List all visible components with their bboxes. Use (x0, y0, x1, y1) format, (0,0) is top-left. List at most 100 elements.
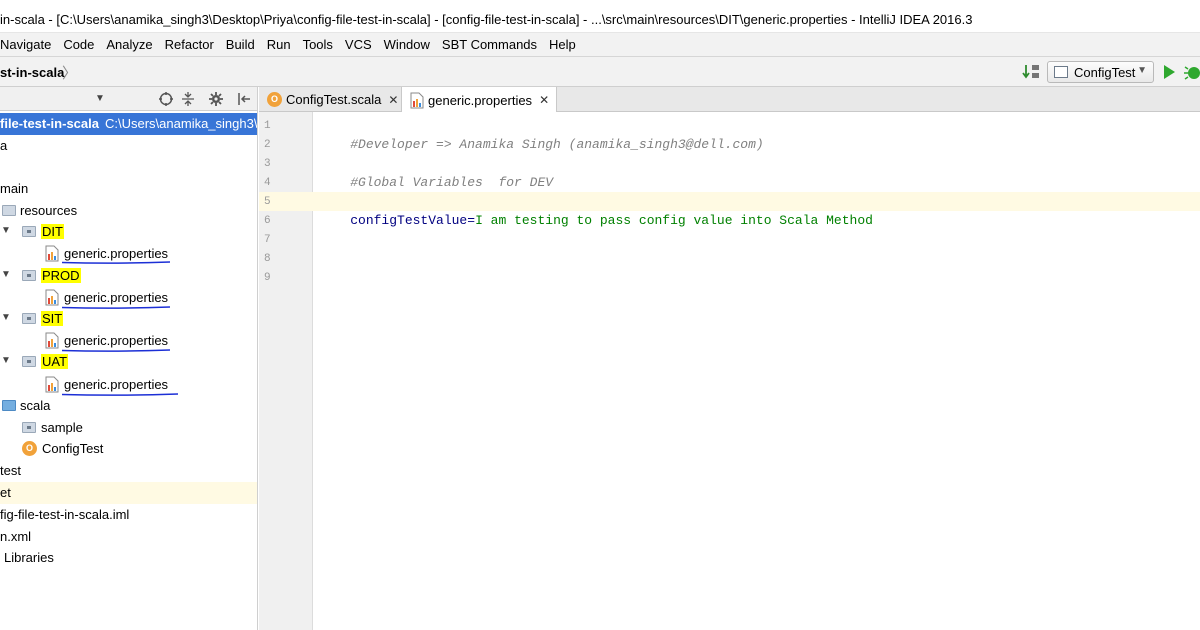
line-number: 2 (264, 139, 271, 151)
properties-file-icon (45, 245, 59, 262)
editor-gutter: 1 2 3 4 5 6 7 8 9 (259, 112, 313, 630)
debug-icon[interactable] (1184, 63, 1200, 81)
window-title: in-scala - [C:\Users\anamika_singh3\Desk… (0, 12, 973, 27)
property-value: I am testing to pass config value into S… (475, 213, 873, 228)
menu-vcs[interactable]: VCS (339, 37, 378, 52)
menu-run[interactable]: Run (261, 37, 297, 52)
tree-item-configtest[interactable]: O ConfigTest (0, 438, 257, 460)
tree-item-label: generic.properties (64, 333, 169, 348)
folder-icon (22, 356, 36, 367)
menu-bar: Navigate Code Analyze Refactor Build Run… (0, 33, 1200, 57)
tree-item-target[interactable]: et (0, 482, 257, 504)
source-folder-icon (2, 400, 16, 411)
menu-build[interactable]: Build (220, 37, 261, 52)
code-line-3[interactable]: #Global Variables for DEV (313, 154, 1200, 190)
line-number: 8 (264, 253, 271, 265)
hide-panel-icon[interactable] (236, 91, 252, 107)
tree-item-label: ConfigTest (42, 441, 104, 456)
menu-tools[interactable]: Tools (297, 37, 339, 52)
menu-navigate[interactable]: Navigate (0, 37, 57, 52)
editor-tab-bar: O ConfigTest.scala ✕ generic.properties … (259, 87, 1200, 113)
expand-arrow-icon[interactable]: ▼ (1, 269, 11, 280)
folder-icon (22, 313, 36, 324)
tree-item-dit[interactable]: ▼ DIT (0, 221, 257, 243)
tree-item-label: test (0, 463, 21, 478)
project-root-label: file-test-in-scala (0, 116, 99, 131)
tree-item-label: n.xml (0, 529, 32, 544)
line-number: 5 (264, 196, 271, 208)
line-number: 9 (264, 272, 271, 284)
tree-item-test[interactable]: test (0, 460, 257, 482)
tab-label: generic.properties (428, 92, 533, 108)
tree-item-prod[interactable]: ▼ PROD (0, 265, 257, 287)
comment-text: #Developer => Anamika Singh (anamika_sin… (350, 137, 764, 152)
tree-item-sit[interactable]: ▼ SIT (0, 308, 257, 330)
properties-file-icon (45, 332, 59, 349)
tree-item-project-root[interactable]: file-test-in-scala C:\Users\anamika_sing… (0, 113, 257, 135)
code-editor[interactable]: #Developer => Anamika Singh (anamika_sin… (313, 112, 1200, 630)
code-line-5[interactable]: configTestValue=I am testing to pass con… (313, 192, 1200, 228)
scala-object-icon: O (22, 441, 37, 456)
tree-item-label: a (0, 138, 8, 153)
run-configuration-select[interactable]: ConfigTest ▼ (1047, 61, 1154, 83)
folder-icon (22, 270, 36, 281)
project-panel-header: ▼ (0, 87, 258, 111)
run-icon[interactable] (1161, 63, 1177, 81)
resources-folder-icon (2, 205, 16, 216)
package-icon (22, 422, 36, 433)
tree-item-sample[interactable]: sample (0, 417, 257, 439)
tree-item-label: DIT (41, 224, 64, 239)
tree-item-label: fig-file-test-in-scala.iml (0, 507, 130, 522)
tree-item-label: SIT (41, 311, 64, 326)
run-configuration-icon (1054, 66, 1068, 78)
tree-item[interactable]: a (0, 135, 257, 157)
chevron-down-icon[interactable]: ▼ (95, 93, 105, 104)
expand-arrow-icon[interactable]: ▼ (1, 225, 11, 236)
scala-object-icon: O (267, 92, 282, 107)
expand-arrow-icon[interactable]: ▼ (1, 312, 11, 323)
collapse-all-icon[interactable] (180, 91, 196, 107)
tree-item-iml-file[interactable]: fig-file-test-in-scala.iml (0, 504, 257, 526)
line-number: 6 (264, 215, 271, 227)
tree-item-resources[interactable]: resources (0, 200, 257, 222)
annotation-underline (62, 261, 170, 264)
tree-item-label: generic.properties (64, 290, 169, 305)
chevron-down-icon: ▼ (1137, 65, 1147, 76)
menu-refactor[interactable]: Refactor (159, 37, 220, 52)
tree-item-label: UAT (41, 354, 69, 369)
tree-item-uat[interactable]: ▼ UAT (0, 351, 257, 373)
tree-item-label: Libraries (4, 550, 54, 565)
run-configuration-label: ConfigTest (1074, 64, 1136, 80)
code-line-1[interactable]: #Developer => Anamika Singh (anamika_sin… (313, 116, 1200, 152)
navigation-bar: st-in-scala 〉 (0, 57, 1200, 87)
tab-generic-properties[interactable]: generic.properties ✕ (402, 87, 557, 113)
tree-item-libraries[interactable]: Libraries (0, 547, 257, 569)
tree-item-main[interactable]: main (0, 178, 257, 200)
close-icon[interactable]: ✕ (388, 93, 398, 107)
menu-sbt-commands[interactable]: SBT Commands (436, 37, 543, 52)
tab-configtest-scala[interactable]: O ConfigTest.scala ✕ (259, 87, 402, 112)
tree-item-label: scala (20, 398, 51, 413)
tree-item-label: main (0, 181, 29, 196)
menu-code[interactable]: Code (57, 37, 100, 52)
window-titlebar: in-scala - [C:\Users\anamika_singh3\Desk… (0, 0, 1200, 33)
breadcrumb-chevron-icon: 〉 (62, 65, 78, 82)
menu-analyze[interactable]: Analyze (100, 37, 158, 52)
tree-item-label: generic.properties (64, 246, 169, 261)
menu-help[interactable]: Help (543, 37, 582, 52)
tree-item-xml-file[interactable]: n.xml (0, 526, 257, 548)
menu-window[interactable]: Window (378, 37, 436, 52)
sort-icon[interactable] (1022, 63, 1042, 81)
close-icon[interactable]: ✕ (539, 93, 549, 107)
gear-icon[interactable] (208, 91, 224, 107)
property-key: configTestValue (350, 213, 468, 228)
scroll-from-source-icon[interactable] (158, 91, 174, 107)
tree-item-scala[interactable]: scala (0, 395, 257, 417)
project-tree[interactable]: file-test-in-scala C:\Users\anamika_sing… (0, 111, 258, 630)
expand-arrow-icon[interactable]: ▼ (1, 355, 11, 366)
tree-item-label: PROD (41, 268, 81, 283)
tree-item-label: sample (41, 420, 83, 435)
properties-file-icon (45, 289, 59, 306)
properties-file-icon (45, 376, 59, 393)
breadcrumb-project[interactable]: st-in-scala (0, 65, 64, 80)
